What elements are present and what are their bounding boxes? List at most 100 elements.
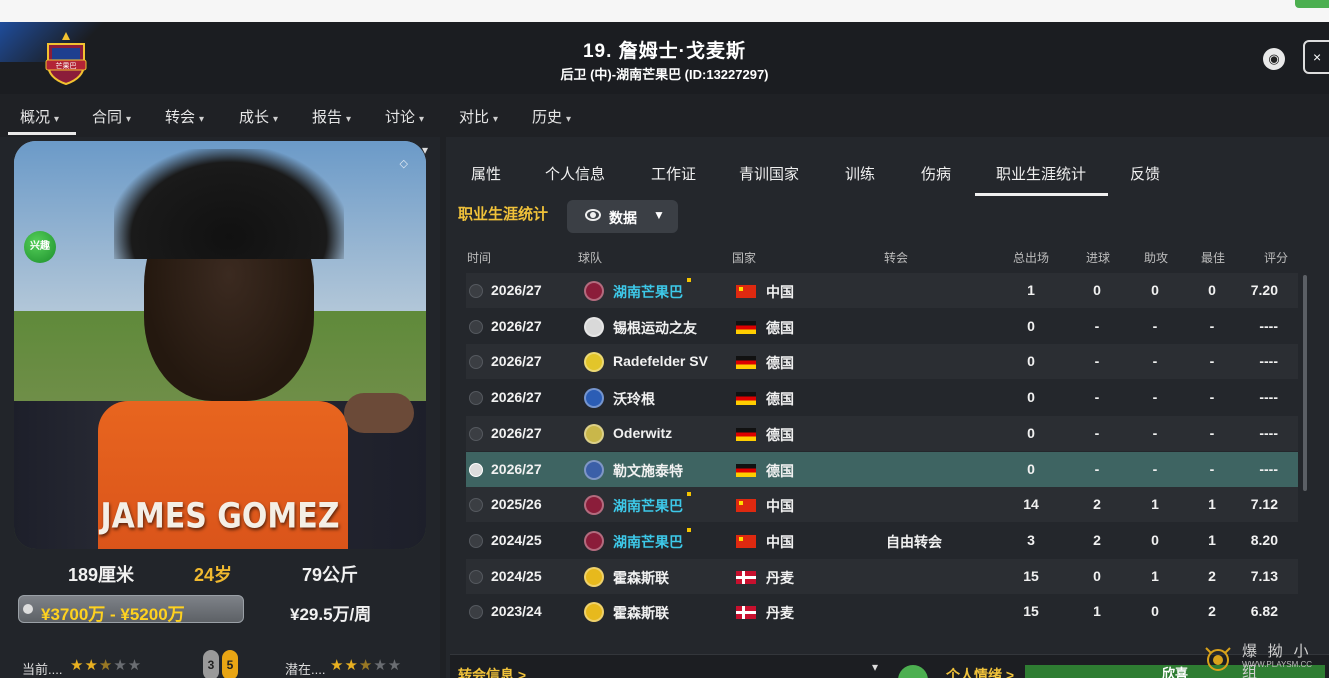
club-cell[interactable]: 霍森斯联 [613, 603, 669, 623]
personal-mood-link[interactable]: 个人情绪 > [946, 665, 1014, 678]
club-crest-icon[interactable] [584, 495, 604, 516]
row-radio-button[interactable] [469, 426, 483, 441]
club-crest-icon[interactable] [584, 459, 604, 480]
view-mode-dropdown[interactable]: 数据 ▼ [567, 200, 678, 233]
browser-top-strip [0, 0, 1329, 22]
player-height: 189厘米 [68, 565, 135, 585]
apps-cell: 15 [1023, 603, 1039, 620]
club-crest-icon[interactable] [584, 281, 604, 301]
col-club[interactable]: 球队 [578, 249, 602, 266]
col-nation[interactable]: 国家 [732, 249, 756, 266]
club-cell[interactable]: 沃玲根 [613, 389, 655, 409]
row-radio-button[interactable] [469, 284, 483, 298]
photo-hand [344, 393, 414, 433]
club-crest-icon[interactable] [584, 566, 604, 587]
nation-flag-icon [736, 285, 756, 298]
col-season[interactable]: 时间 [467, 249, 491, 266]
table-row[interactable]: 2026/27 沃玲根 德国 0- - - ---- [466, 380, 1298, 415]
club-crest-icon[interactable] [584, 316, 604, 337]
close-button[interactable]: × [1303, 40, 1329, 74]
col-apps[interactable]: 总出场 [1013, 249, 1049, 266]
club-crest-icon[interactable] [584, 352, 604, 373]
nav-contract-label: 合同 [92, 109, 123, 126]
goals-cell: - [1094, 353, 1100, 370]
table-row[interactable]: 2026/27 锡根运动之友 德国 0- - - ---- [466, 309, 1298, 344]
chevron-down-icon: ▾ [566, 114, 572, 125]
club-crest-icon[interactable] [584, 423, 604, 444]
row-radio-button[interactable] [469, 533, 483, 548]
table-scrollbar[interactable] [1303, 275, 1307, 491]
nav-discussion[interactable]: 讨论 ▾ [385, 106, 424, 127]
transfer-info-link[interactable]: 转会信息 > [458, 665, 526, 678]
club-cell[interactable]: Oderwitz [613, 425, 672, 441]
nav-history[interactable]: 历史 ▾ [532, 106, 571, 127]
rating-cell: ---- [1259, 317, 1278, 334]
col-transfer[interactable]: 转会 [884, 249, 908, 266]
table-row[interactable]: 2026/27 Oderwitz 德国 0- - - ---- [466, 415, 1298, 451]
nation-flag-icon [736, 499, 756, 513]
club-crest-icon[interactable] [584, 602, 604, 623]
assists-cell: 1 [1151, 496, 1159, 513]
tab-feedback[interactable]: 反馈 [1130, 163, 1160, 184]
globe-icon[interactable]: ◉ [1263, 48, 1285, 70]
table-row[interactable]: 2023/24 霍森斯联 丹麦 15 1 0 2 6.82 [466, 594, 1298, 629]
nav-overview[interactable]: 概况 ▾ [20, 106, 59, 127]
tab-training[interactable]: 训练 [845, 163, 875, 184]
main-nav: 概况 ▾ 合同 ▾ 转会 ▾ 成长 ▾ 报告 ▾ 讨论 ▾ 对比 ▾ 历史 ▾ [0, 96, 1329, 136]
tab-attributes[interactable]: 属性 [471, 163, 501, 184]
club-cell[interactable]: 霍森斯联 [613, 568, 669, 588]
table-row[interactable]: 2024/25 湖南芒果巴 中国 自由转会 3 2 0 1 8.20 [466, 523, 1298, 558]
window-tab-edge[interactable] [1295, 0, 1329, 8]
nav-reports[interactable]: 报告 ▾ [312, 106, 351, 127]
interest-badge[interactable]: 兴趣 [24, 231, 56, 263]
nav-development[interactable]: 成长 ▾ [239, 106, 278, 127]
chevron-down-icon[interactable]: ▾ [422, 143, 428, 157]
row-radio-button[interactable] [469, 498, 483, 513]
row-radio-button[interactable] [469, 391, 483, 406]
club-crest-icon[interactable] [584, 530, 604, 551]
tab-personal-info[interactable]: 个人信息 [545, 163, 605, 184]
club-cell[interactable]: 湖南芒果巴 [613, 496, 683, 516]
club-cell[interactable]: 湖南芒果巴 [613, 282, 683, 302]
tab-youth-nation[interactable]: 青训国家 [739, 163, 799, 184]
club-marker-icon [687, 278, 691, 282]
row-radio-button[interactable] [469, 605, 483, 620]
player-wage: ¥29.5万/周 [290, 605, 372, 624]
goals-cell: 0 [1093, 282, 1101, 298]
tab-injuries[interactable]: 伤病 [921, 163, 951, 184]
table-row[interactable]: 2025/26 湖南芒果巴 中国 14 2 1 1 7.12 [466, 487, 1298, 523]
club-cell[interactable]: 锡根运动之友 [613, 318, 697, 338]
tab-career-stats[interactable]: 职业生涯统计 [996, 163, 1086, 184]
col-rating[interactable]: 评分 [1264, 249, 1288, 266]
transfer-value-pill[interactable]: ¥3700万 - ¥5200万 [18, 595, 244, 624]
club-cell[interactable]: Radefelder SV [613, 353, 708, 369]
nav-transfer[interactable]: 转会 ▾ [165, 106, 204, 127]
chevron-down-icon[interactable]: ▾ [872, 660, 878, 674]
col-assists[interactable]: 助攻 [1144, 249, 1168, 266]
eye-icon [585, 209, 601, 221]
current-ability-stars: ★★★★★ [70, 657, 143, 674]
table-row[interactable]: 2024/25 霍森斯联 丹麦 15 0 1 2 7.13 [466, 558, 1298, 594]
assists-cell: 0 [1151, 282, 1159, 298]
col-goals[interactable]: 进球 [1086, 249, 1110, 266]
assists-cell: - [1152, 460, 1158, 477]
club-crest-icon[interactable] [584, 388, 604, 409]
nav-contract[interactable]: 合同 ▾ [92, 106, 131, 127]
row-radio-button[interactable] [469, 355, 483, 370]
goals-cell: 2 [1093, 531, 1101, 548]
table-row[interactable]: 2026/27 Radefelder SV 德国 0- - - ---- [466, 344, 1298, 380]
nation-flag-icon [736, 463, 756, 477]
table-row[interactable]: 2026/27 湖南芒果巴 中国 1 0 0 0 7.20 [466, 273, 1298, 308]
row-radio-button[interactable] [469, 319, 483, 334]
club-cell[interactable]: 湖南芒果巴 [613, 532, 683, 552]
season-cell: 2024/25 [491, 567, 542, 584]
col-motm[interactable]: 最佳 [1201, 249, 1225, 266]
table-row[interactable]: 2026/27 勒文施泰特 德国 0- - - ---- [466, 451, 1298, 487]
row-radio-button[interactable] [469, 569, 483, 584]
apps-cell: 3 [1027, 531, 1035, 548]
row-radio-button[interactable] [469, 462, 483, 477]
nav-compare[interactable]: 对比 ▾ [459, 106, 498, 127]
club-cell[interactable]: 勒文施泰特 [613, 461, 683, 481]
tab-work-permit[interactable]: 工作证 [651, 163, 696, 184]
photo-corner-icon[interactable]: ◇ [400, 157, 408, 170]
